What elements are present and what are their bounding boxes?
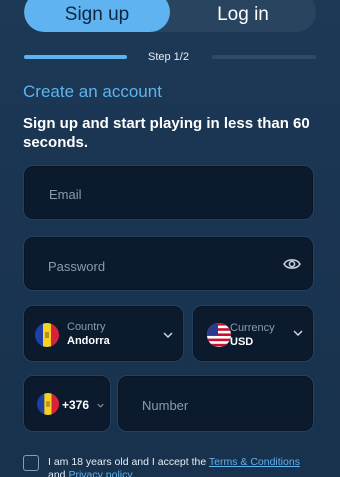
email-field[interactable]: Email xyxy=(23,165,314,220)
terms-prefix: I am 18 years old and I accept the xyxy=(48,456,209,468)
number-placeholder: Number xyxy=(142,398,189,413)
password-placeholder: Password xyxy=(48,259,106,274)
phone-code-select[interactable]: +376 xyxy=(23,375,111,432)
country-select[interactable]: Country Andorra xyxy=(23,305,184,362)
terms-link[interactable]: Terms & Conditions xyxy=(209,456,300,468)
terms-middle: and xyxy=(48,469,69,477)
eye-icon[interactable] xyxy=(283,257,301,271)
step-bar-remaining xyxy=(212,55,316,59)
privacy-link[interactable]: Privacy policy xyxy=(68,469,132,477)
phone-code-value: +376 xyxy=(62,398,90,412)
step-progress: Step 1/2 xyxy=(24,51,316,63)
form-title: Create an account xyxy=(23,82,162,101)
auth-tabs: Sign up Log in xyxy=(24,0,316,32)
form-subtitle: Sign up and start playing in less than 6… xyxy=(23,115,310,151)
chevron-down-icon xyxy=(163,332,173,338)
terms-checkbox[interactable] xyxy=(23,455,39,471)
phone-number-field[interactable]: Number xyxy=(117,375,314,432)
password-field[interactable]: Password xyxy=(23,236,314,291)
email-placeholder: Email xyxy=(49,187,82,202)
currency-select[interactable]: Currency USD xyxy=(192,305,314,362)
step-label: Step 1/2 xyxy=(148,51,189,63)
currency-label: Currency xyxy=(230,322,275,334)
tab-login[interactable]: Log in xyxy=(170,0,316,32)
usa-flag-icon xyxy=(207,323,231,347)
country-value: Andorra xyxy=(67,335,110,347)
step-bar-done xyxy=(24,55,127,59)
tab-signup[interactable]: Sign up xyxy=(24,0,170,32)
chevron-down-icon xyxy=(97,403,104,408)
currency-value: USD xyxy=(230,336,254,348)
terms-text: I am 18 years old and I accept the Terms… xyxy=(48,456,318,477)
chevron-down-icon xyxy=(293,330,303,336)
country-label: Country xyxy=(67,321,106,333)
andorra-flag-icon xyxy=(35,323,59,347)
andorra-flag-icon xyxy=(37,393,59,415)
